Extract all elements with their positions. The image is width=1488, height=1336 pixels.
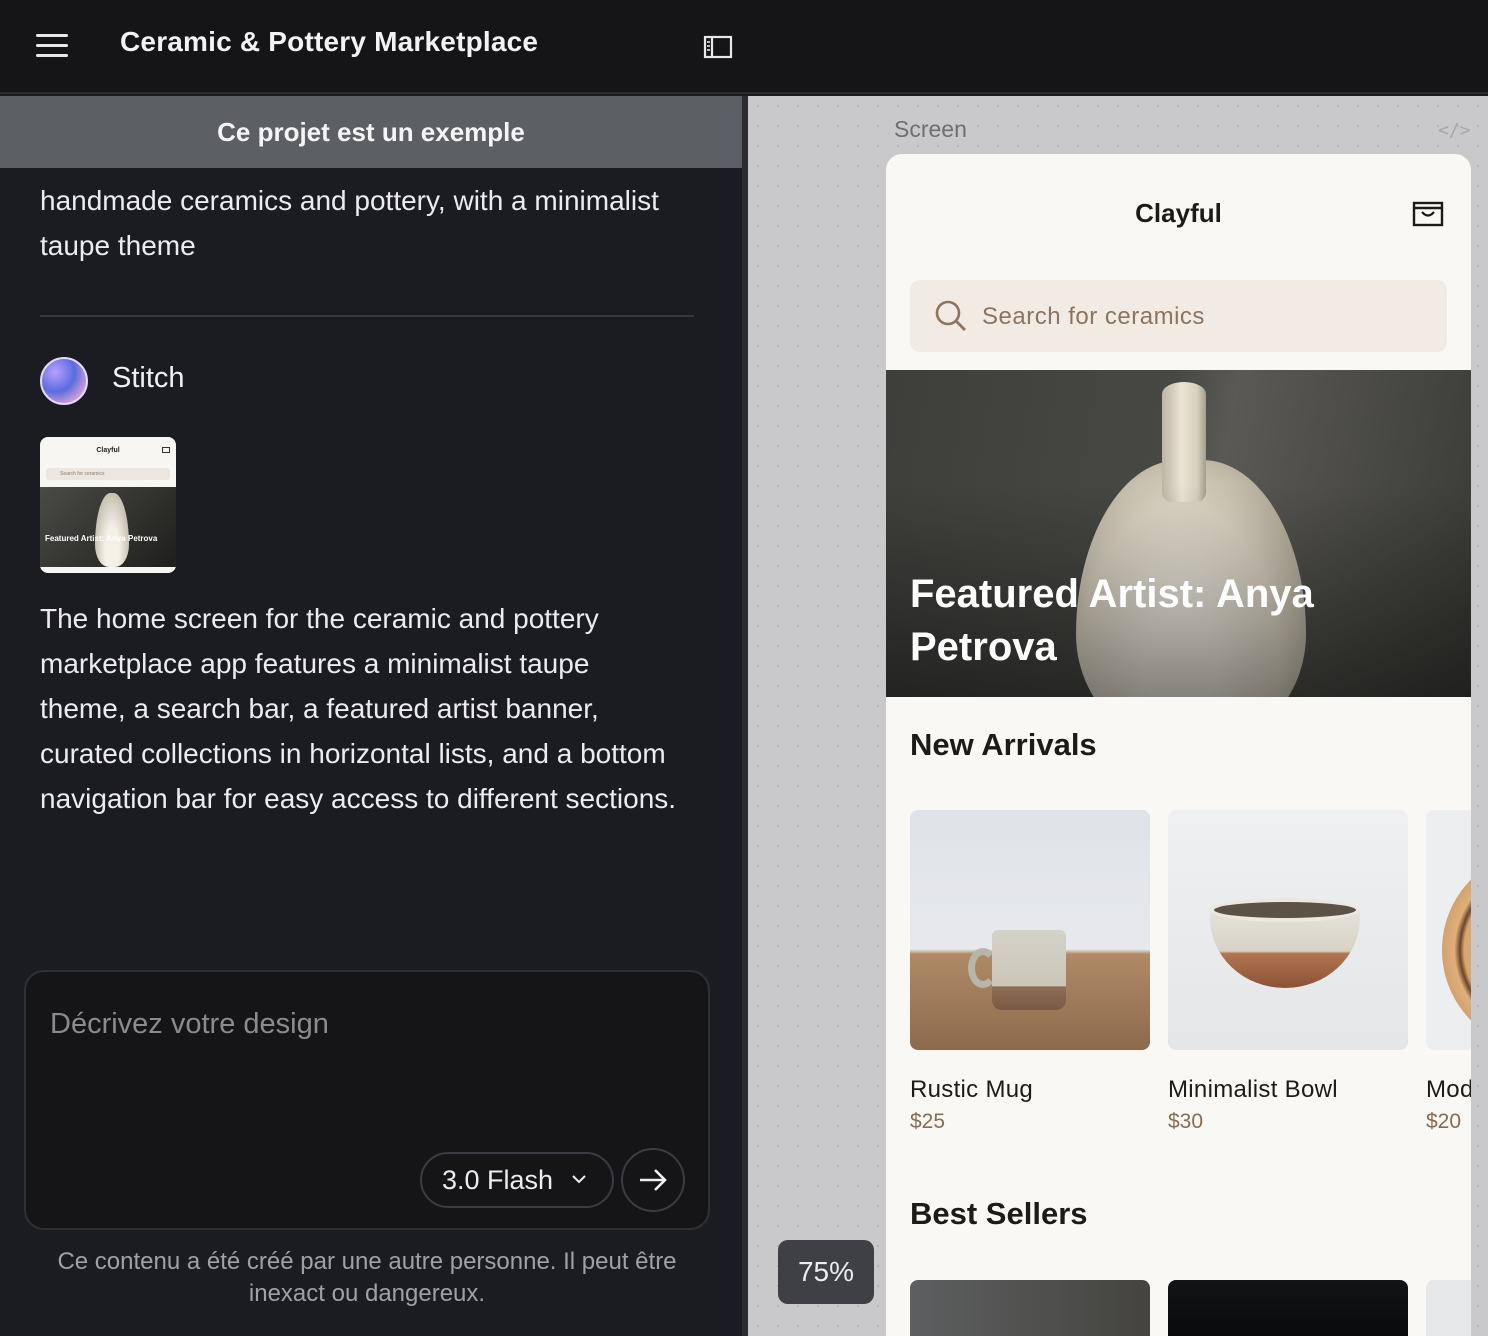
product-image	[1426, 810, 1471, 1050]
thumbnail-brand: Clayful	[96, 447, 120, 454]
screen-description: The home screen for the ceramic and pott…	[40, 603, 677, 814]
design-composer: Décrivez votre design 3.0 Flash	[24, 970, 710, 1230]
design-canvas[interactable]: Screen </> Clayful Search for ceramics F…	[748, 96, 1488, 1336]
menu-line	[36, 44, 68, 47]
product-price: $30	[1168, 1110, 1204, 1133]
product-image	[1168, 810, 1408, 1050]
arrow-right-icon	[640, 1169, 667, 1191]
thumbnail-cart-icon	[162, 447, 170, 453]
brand-title: Clayful	[1135, 198, 1222, 228]
app-title: Ceramic & Pottery Marketplace	[120, 26, 539, 57]
product-name: Rustic Mug	[910, 1076, 1034, 1103]
product-card[interactable]: Minimalist Bowl $30	[1168, 810, 1408, 1134]
model-select-label: 3.0 Flash	[442, 1165, 554, 1195]
zoom-level[interactable]: 75%	[778, 1240, 874, 1304]
product-card[interactable]: Rustic Mug $25	[910, 810, 1150, 1134]
thumbnail-search: Search for ceramics	[46, 468, 170, 480]
search-placeholder: Search for ceramics	[982, 303, 1205, 330]
best-seller-card[interactable]	[910, 1280, 1150, 1336]
menu-line	[36, 34, 68, 37]
menu-line	[36, 54, 68, 57]
chevron-down-icon	[572, 1175, 586, 1184]
hamburger-menu-icon[interactable]	[36, 34, 68, 58]
chat-panel: Ce projet est un exemple handmade cerami…	[0, 96, 744, 1336]
search-icon	[935, 300, 966, 331]
sidebar-panel-icon[interactable]	[703, 35, 733, 59]
phone-screen[interactable]: Clayful Search for ceramics Featured Art…	[886, 154, 1471, 1336]
shopping-bag-icon[interactable]	[1412, 200, 1444, 228]
divider	[40, 315, 694, 317]
agent-name: Stitch	[112, 362, 185, 394]
best-seller-card[interactable]	[1168, 1280, 1408, 1336]
product-name: Mod	[1426, 1076, 1471, 1103]
best-sellers-title: Best Sellers	[910, 1196, 1088, 1231]
search-input[interactable]: Search for ceramics	[910, 280, 1447, 352]
thumbnail-caption: Featured Artist: Anya Petrova	[45, 534, 158, 543]
example-project-banner: Ce projet est un exemple	[0, 96, 742, 168]
screen-label: Screen	[894, 116, 967, 142]
product-price: $20	[1426, 1110, 1462, 1133]
new-arrivals-title: New Arrivals	[910, 727, 1097, 762]
disclaimer-text: Ce contenu a été créé par une autre pers…	[57, 1248, 677, 1307]
product-price: $25	[910, 1110, 946, 1133]
product-image	[910, 810, 1150, 1050]
design-prompt-input[interactable]: Décrivez votre design	[50, 1008, 329, 1041]
screen-thumbnail[interactable]: Clayful Search for ceramics Featured Art…	[40, 437, 176, 573]
send-button[interactable]	[621, 1148, 685, 1212]
best-seller-card[interactable]	[1426, 1280, 1471, 1336]
model-select[interactable]: 3.0 Flash	[420, 1152, 614, 1208]
user-prompt-text: handmade ceramics and pottery, with a mi…	[40, 185, 659, 261]
featured-artist-banner[interactable]: Featured Artist: Anya Petrova	[886, 370, 1471, 697]
product-name: Minimalist Bowl	[1168, 1076, 1338, 1103]
top-bar: Ceramic & Pottery Marketplace	[0, 0, 1488, 94]
product-card[interactable]: Mod $20	[1426, 810, 1471, 1134]
featured-artist-caption: Featured Artist: Anya Petrova	[910, 572, 1314, 669]
code-icon[interactable]: </>	[1438, 120, 1471, 141]
stitch-avatar	[40, 357, 88, 405]
